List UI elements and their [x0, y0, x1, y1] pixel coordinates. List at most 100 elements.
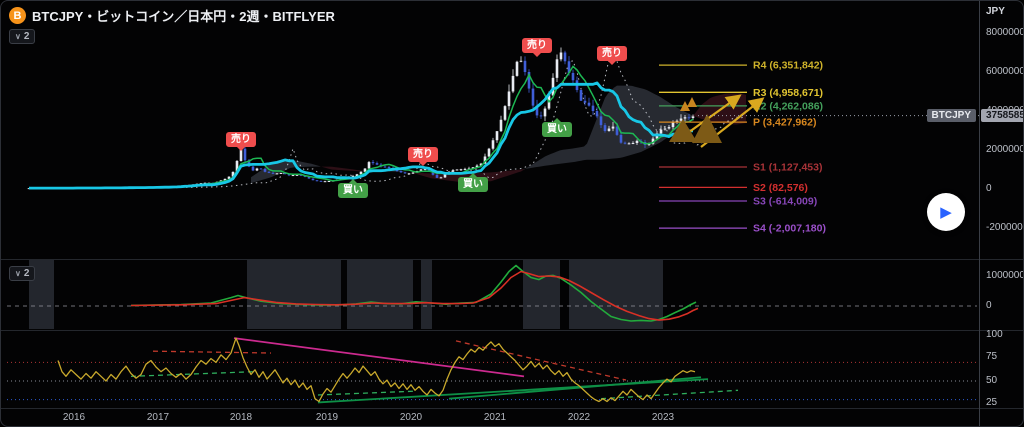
ichimoku-cloud	[536, 160, 539, 167]
candle-body	[632, 143, 635, 144]
oscillator-canvas[interactable]	[1, 259, 979, 330]
ichimoku-cloud	[317, 165, 320, 166]
ichimoku-cloud	[566, 149, 569, 163]
ichimoku-cloud	[272, 163, 275, 177]
ichimoku-cloud	[359, 170, 362, 171]
pivot-level-label: R4 (6,351,842)	[753, 60, 823, 72]
ichimoku-cloud	[494, 172, 497, 180]
candle-body	[456, 170, 459, 171]
highlight-band	[347, 260, 413, 329]
ichimoku-cloud	[551, 153, 554, 165]
symbol-legend[interactable]: B BTCJPY・ビットコイン／日本円・2週・BITFLYER	[9, 6, 335, 25]
time-axis-year-label: 2020	[400, 412, 422, 423]
ichimoku-cloud	[506, 171, 509, 177]
candle-body	[388, 167, 391, 168]
ichimoku-cloud	[548, 154, 551, 165]
ichimoku-cloud	[554, 152, 557, 165]
time-axis[interactable]: 20162017201820192020202120222023	[1, 409, 979, 427]
rsi-pane[interactable]	[1, 330, 979, 408]
price-axis[interactable]: JPY 80000006000000400000020000000-200000…	[980, 1, 1024, 427]
candle-body	[628, 143, 631, 144]
main-pane-collapse-button[interactable]: ∨ 2	[9, 29, 35, 44]
candle-body	[524, 61, 527, 72]
rsi-axis-label: 75	[986, 351, 997, 362]
ichimoku-cloud	[518, 170, 521, 173]
ichimoku-cloud	[344, 168, 347, 170]
ichimoku-cloud	[647, 90, 650, 149]
oscillator-pane[interactable]	[1, 259, 979, 330]
buy-signal-label: 買い	[338, 183, 368, 198]
rsi-axis-label: 25	[986, 397, 997, 408]
ichimoku-cloud	[329, 167, 332, 170]
candle-body	[516, 62, 519, 76]
candle-body	[440, 177, 443, 178]
candle-body	[600, 116, 603, 125]
rsi-canvas[interactable]	[1, 330, 979, 408]
pivot-level-label: R2 (4,262,086)	[753, 100, 823, 112]
candle-body	[264, 169, 267, 172]
symbol-title: BTCJPY・ビットコイン／日本円・2週・BITFLYER	[32, 6, 335, 25]
main-chart-canvas[interactable]: R4 (6,351,842)R3 (4,958,671)R2 (4,262,08…	[1, 1, 979, 259]
ichimoku-cloud	[725, 93, 728, 123]
candle-body	[672, 122, 675, 127]
sell-signal-label: 売り	[522, 38, 552, 53]
chart-widget: B BTCJPY・ビットコイン／日本円・2週・BITFLYER ∨ 2 R4 (…	[0, 0, 1024, 427]
ichimoku-cloud	[338, 167, 341, 170]
ichimoku-cloud	[587, 136, 590, 160]
trendline[interactable]	[153, 351, 271, 353]
ichimoku-cloud	[539, 158, 542, 166]
ichimoku-cloud	[560, 150, 563, 164]
ichimoku-cloud	[668, 102, 671, 137]
ichimoku-cloud	[644, 89, 647, 150]
trendline[interactable]	[449, 377, 701, 398]
candle-body	[496, 131, 499, 140]
ichimoku-cloud	[263, 167, 266, 180]
candle-body	[372, 162, 375, 163]
highlight-band	[247, 260, 341, 329]
candle-body	[564, 53, 567, 62]
indicator-pane-collapse-button[interactable]: ∨ 2	[9, 266, 35, 281]
ichimoku-cloud	[563, 149, 566, 163]
ichimoku-cloud	[302, 162, 305, 167]
candle-body	[512, 76, 515, 92]
ichimoku-cloud	[521, 169, 524, 171]
pivot-level-label: S3 (-614,009)	[753, 195, 817, 207]
ichimoku-cloud	[512, 170, 515, 174]
candle-body	[252, 167, 255, 171]
ichimoku-cloud	[278, 162, 281, 174]
triangle-marker-small	[687, 97, 697, 107]
trendline[interactable]	[318, 379, 708, 402]
price-axis-label: -2000000	[986, 222, 1024, 233]
ichimoku-cloud	[323, 167, 326, 168]
candle-body	[520, 61, 523, 62]
main-price-pane[interactable]: R4 (6,351,842)R3 (4,958,671)R2 (4,262,08…	[1, 1, 979, 259]
play-button[interactable]: ▶	[927, 193, 965, 231]
time-axis-year-label: 2023	[652, 412, 674, 423]
ichimoku-cloud	[314, 165, 317, 167]
candle-body	[324, 181, 327, 182]
candle-body	[464, 169, 467, 170]
candle-body	[608, 129, 611, 131]
oscillator-axis-label: 1000000	[986, 270, 1024, 281]
trendline[interactable]	[601, 390, 738, 398]
ichimoku-cloud	[404, 171, 407, 172]
ichimoku-cloud	[596, 113, 599, 160]
candle-body	[500, 120, 503, 131]
candle-body	[636, 141, 639, 143]
bitcoin-icon: B	[9, 7, 26, 24]
ichimoku-cloud	[590, 128, 593, 159]
ichimoku-cloud	[728, 93, 731, 124]
candle-body	[384, 167, 387, 168]
trendline[interactable]	[318, 391, 413, 395]
time-axis-year-label: 2016	[63, 412, 85, 423]
ichimoku-cloud	[350, 169, 353, 171]
ichimoku-cloud	[611, 88, 614, 159]
play-icon: ▶	[940, 203, 952, 221]
candle-body	[624, 143, 627, 144]
trendline[interactable]	[234, 338, 524, 376]
trendline[interactable]	[456, 341, 626, 380]
ichimoku-cloud	[311, 164, 314, 167]
ichimoku-cloud	[710, 97, 713, 122]
ichimoku-cloud	[341, 168, 344, 170]
candle-body	[376, 163, 379, 164]
